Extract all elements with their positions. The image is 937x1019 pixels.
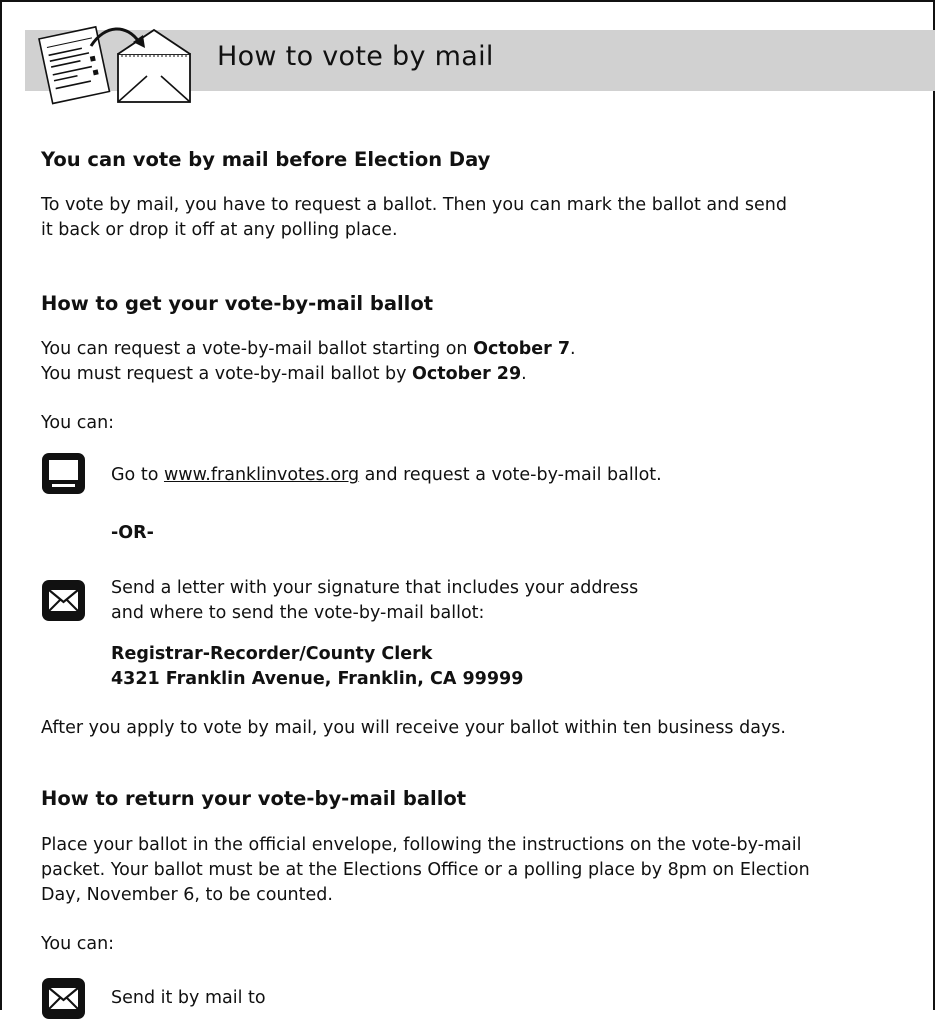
request-dates-paragraph: You can request a vote-by-mail ballot st… <box>41 337 926 387</box>
online-option: Go to www.franklinvotes.org and request … <box>111 463 937 488</box>
or-separator: -OR- <box>111 523 154 543</box>
request-deadline-date: October 29 <box>412 364 522 384</box>
request-start-period: . <box>570 339 576 359</box>
mailing-address: Registrar-Recorder/County Clerk 4321 Fra… <box>111 642 937 692</box>
envelope-icon <box>42 580 85 621</box>
intro-line-2: it back or drop it off at any polling pl… <box>41 220 398 240</box>
mail-return-option: Send it by mail to <box>111 988 266 1008</box>
section-heading-get-ballot: How to get your vote-by-mail ballot <box>41 292 434 315</box>
intro-paragraph: To vote by mail, you have to request a b… <box>41 193 926 243</box>
section-heading-return-ballot: How to return your vote-by-mail ballot <box>41 787 467 810</box>
page-title: How to vote by mail <box>217 41 494 72</box>
request-deadline-line: You must request a vote-by-mail ballot b… <box>41 364 527 384</box>
after-apply-note: After you apply to vote by mail, you wil… <box>41 718 786 738</box>
intro-line-1: To vote by mail, you have to request a b… <box>41 195 787 215</box>
franklinvotes-link[interactable]: www.franklinvotes.org <box>164 465 359 485</box>
request-deadline-period: . <box>521 364 527 384</box>
mail-option-line-1: Send a letter with your signature that i… <box>111 578 639 598</box>
section-heading-vote-by-mail: You can vote by mail before Election Day <box>41 148 491 171</box>
request-start-date: October 7 <box>473 339 571 359</box>
return-line-2: packet. Your ballot must be at the Elect… <box>41 860 810 880</box>
you-can-label-return: You can: <box>41 934 115 954</box>
address-line-2: 4321 Franklin Avenue, Franklin, CA 99999 <box>111 669 524 689</box>
request-start-text: You can request a vote-by-mail ballot st… <box>41 339 474 359</box>
ballot-to-envelope-icon <box>38 25 191 105</box>
computer-monitor-icon <box>42 453 85 494</box>
online-option-text-start: Go to <box>111 465 164 485</box>
online-option-text-end: and request a vote-by-mail ballot. <box>359 465 662 485</box>
return-line-3: Day, November 6, to be counted. <box>41 885 333 905</box>
mail-option: Send a letter with your signature that i… <box>111 576 937 626</box>
address-line-1: Registrar-Recorder/County Clerk <box>111 644 433 664</box>
request-start-line: You can request a vote-by-mail ballot st… <box>41 339 576 359</box>
you-can-label: You can: <box>41 413 115 433</box>
return-paragraph: Place your ballot in the official envelo… <box>41 833 926 908</box>
mail-option-line-2: and where to send the vote-by-mail ballo… <box>111 603 485 623</box>
return-line-1: Place your ballot in the official envelo… <box>41 835 802 855</box>
request-deadline-text: You must request a vote-by-mail ballot b… <box>41 364 413 384</box>
envelope-icon <box>42 978 85 1019</box>
